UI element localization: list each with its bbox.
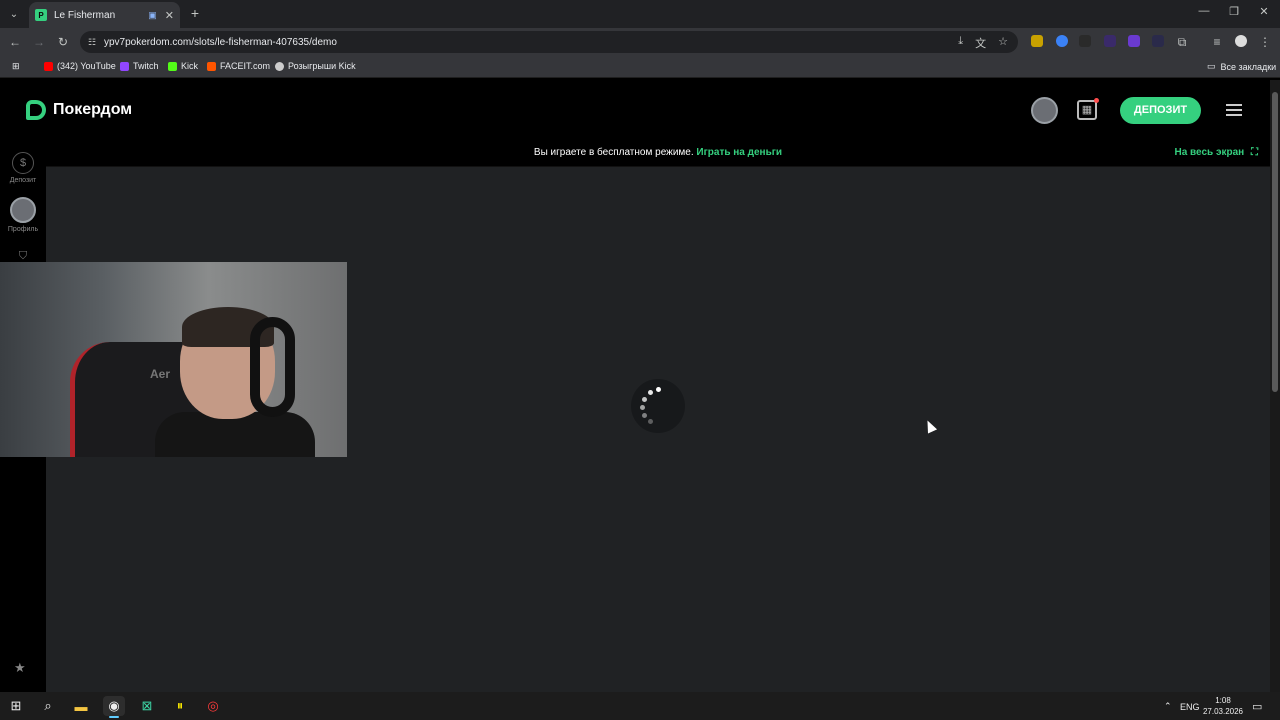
- headphones: [250, 317, 295, 417]
- windows-start-icon[interactable]: ⊞: [5, 696, 27, 716]
- brand-name: Покердом: [53, 101, 133, 118]
- apps-grid-icon[interactable]: ⊞: [12, 61, 20, 72]
- bookmark-label: Розыгрыши Kick: [288, 61, 356, 71]
- tray-overflow-icon[interactable]: ⌃: [1164, 701, 1172, 712]
- bookmark-twitch[interactable]: Twitch: [120, 61, 159, 71]
- sidebar-item-deposit[interactable]: $ Депозит: [0, 152, 46, 184]
- giveaway-icon: [275, 61, 284, 71]
- extension-6-icon[interactable]: [1152, 35, 1164, 47]
- bookmark-kick[interactable]: Kick: [168, 61, 198, 71]
- bookmark-star-icon[interactable]: ☆: [998, 35, 1008, 51]
- app-icon-yellow[interactable]: ⏸: [169, 696, 191, 716]
- twitch-icon: [120, 61, 129, 71]
- deposit-button[interactable]: ДЕПОЗИТ: [1120, 97, 1201, 124]
- pokerdom-logo[interactable]: Покердом: [26, 100, 132, 120]
- site-header: Покердом ▦ ДЕПОЗИТ: [0, 80, 1270, 140]
- reading-list-icon[interactable]: ≡: [1210, 35, 1224, 49]
- sidebar-item-label: Профиль: [7, 226, 39, 233]
- tab-title: Le Fisherman: [54, 9, 116, 21]
- all-bookmarks-folder[interactable]: ▭ Все закладки: [1207, 61, 1276, 72]
- browser-tabstrip: ⌄ Р Le Fisherman ▣ ✕ + — ❐ ✕: [0, 0, 1280, 28]
- expand-icon: ⛶: [1251, 147, 1258, 158]
- url-text: ypv7pokerdom.com/slots/le-fisherman-4076…: [104, 36, 337, 48]
- app-icon-terminal[interactable]: ⊠: [136, 696, 158, 716]
- folder-icon: ▭: [1207, 61, 1216, 71]
- pokerdom-logo-icon: [26, 100, 46, 120]
- gift-icon[interactable]: ▦: [1077, 98, 1099, 120]
- site-info-icon[interactable]: ☷: [88, 37, 100, 48]
- back-icon[interactable]: ←: [8, 35, 22, 49]
- demo-text: Вы играете в бесплатном режиме.: [533, 147, 694, 158]
- tab-search-button[interactable]: ⌄: [4, 5, 24, 23]
- reload-icon[interactable]: ↻: [56, 35, 70, 49]
- restore-icon[interactable]: ❐: [1227, 5, 1241, 18]
- pokerdom-favicon-icon: Р: [35, 9, 47, 21]
- language-indicator[interactable]: ENG: [1180, 702, 1200, 712]
- minimize-icon[interactable]: —: [1197, 5, 1211, 17]
- profile-avatar-icon[interactable]: [1235, 35, 1247, 47]
- profile-avatar: [10, 197, 36, 223]
- translate-icon[interactable]: 文: [975, 35, 986, 51]
- tab-close-icon[interactable]: ✕: [165, 9, 174, 22]
- new-tab-button[interactable]: +: [188, 5, 202, 21]
- hamburger-menu-icon[interactable]: [1226, 104, 1242, 116]
- demo-message: Вы играете в бесплатном режиме. Играть н…: [46, 147, 1270, 158]
- extension-1-icon[interactable]: [1031, 35, 1043, 47]
- bookmark-label: FACEIT.com: [220, 61, 271, 71]
- page-scrollbar[interactable]: [1270, 80, 1280, 692]
- loading-spinner-icon: [631, 379, 685, 433]
- bookmarks-bar: ⊞ (342) YouTube Twitch Kick FACEIT.com Р…: [0, 56, 1280, 78]
- all-bookmarks-label: Все закладки: [1220, 61, 1277, 72]
- extension-2-icon[interactable]: [1056, 35, 1068, 47]
- bookmark-label: (342) YouTube: [57, 61, 116, 71]
- extension-3-icon[interactable]: [1079, 35, 1091, 47]
- extensions-puzzle-icon[interactable]: ⧉: [1175, 35, 1189, 49]
- notification-dot: [1094, 98, 1099, 103]
- browser-toolbar: ← → ↻ ☷ ypv7pokerdom.com/slots/le-fisher…: [0, 28, 1280, 56]
- kick-icon: [168, 61, 177, 71]
- sidebar-item-label: Депозит: [9, 177, 37, 184]
- bookmark-kick-giveaways[interactable]: Розыгрыши Kick: [275, 61, 356, 71]
- fullscreen-button[interactable]: На весь экран ⛶: [1174, 147, 1258, 158]
- chair-brand-mark: Aer: [150, 367, 171, 381]
- dollar-icon: $: [12, 152, 34, 174]
- chrome-icon[interactable]: ◉: [103, 696, 125, 718]
- bookmark-label: Kick: [181, 61, 199, 71]
- faceit-icon: [207, 61, 216, 71]
- file-explorer-icon[interactable]: ▬: [70, 696, 92, 716]
- youtube-icon: [44, 61, 53, 71]
- browser-tab[interactable]: Р Le Fisherman ▣ ✕: [29, 2, 180, 28]
- user-avatar[interactable]: [1031, 97, 1058, 124]
- address-bar[interactable]: ☷ ypv7pokerdom.com/slots/le-fisherman-40…: [80, 31, 1018, 53]
- media-playing-icon[interactable]: ▣: [148, 10, 157, 21]
- scrollbar-thumb[interactable]: [1272, 92, 1278, 392]
- install-app-icon[interactable]: ⤓: [958, 35, 963, 51]
- browser-menu-icon[interactable]: ⋮: [1258, 35, 1272, 49]
- clock-date: 27.03.2026: [1202, 707, 1244, 716]
- fullscreen-label: На весь экран: [1174, 147, 1245, 158]
- sidebar-item-profile[interactable]: Профиль: [0, 197, 46, 233]
- bookmark-faceit[interactable]: FACEIT.com: [207, 61, 270, 71]
- demo-mode-banner: Вы играете в бесплатном режиме. Играть н…: [46, 140, 1270, 167]
- bookmark-label: Twitch: [133, 61, 159, 71]
- clock-time: 1:08: [1215, 696, 1231, 705]
- favorites-star-icon[interactable]: ★: [14, 660, 26, 676]
- windows-taskbar: ⊞ ⌕ ▬ ◉ ⊠ ⏸ ◎ ⌃ ENG 1:08 27.03.2026 ▭: [0, 692, 1280, 720]
- forward-icon[interactable]: →: [32, 35, 46, 49]
- play-for-money-link[interactable]: Играть на деньги: [696, 147, 782, 158]
- notification-icon[interactable]: ▭: [1252, 700, 1262, 713]
- webcam-overlay: Aer: [0, 262, 347, 457]
- extension-5-icon[interactable]: [1128, 35, 1140, 47]
- taskbar-clock[interactable]: 1:08 27.03.2026: [1200, 695, 1246, 717]
- bookmark-youtube[interactable]: (342) YouTube: [44, 61, 116, 71]
- search-icon[interactable]: ⌕: [37, 696, 59, 716]
- extension-4-icon[interactable]: [1104, 35, 1116, 47]
- obs-record-icon[interactable]: ◎: [202, 696, 224, 716]
- window-close-icon[interactable]: ✕: [1257, 5, 1271, 18]
